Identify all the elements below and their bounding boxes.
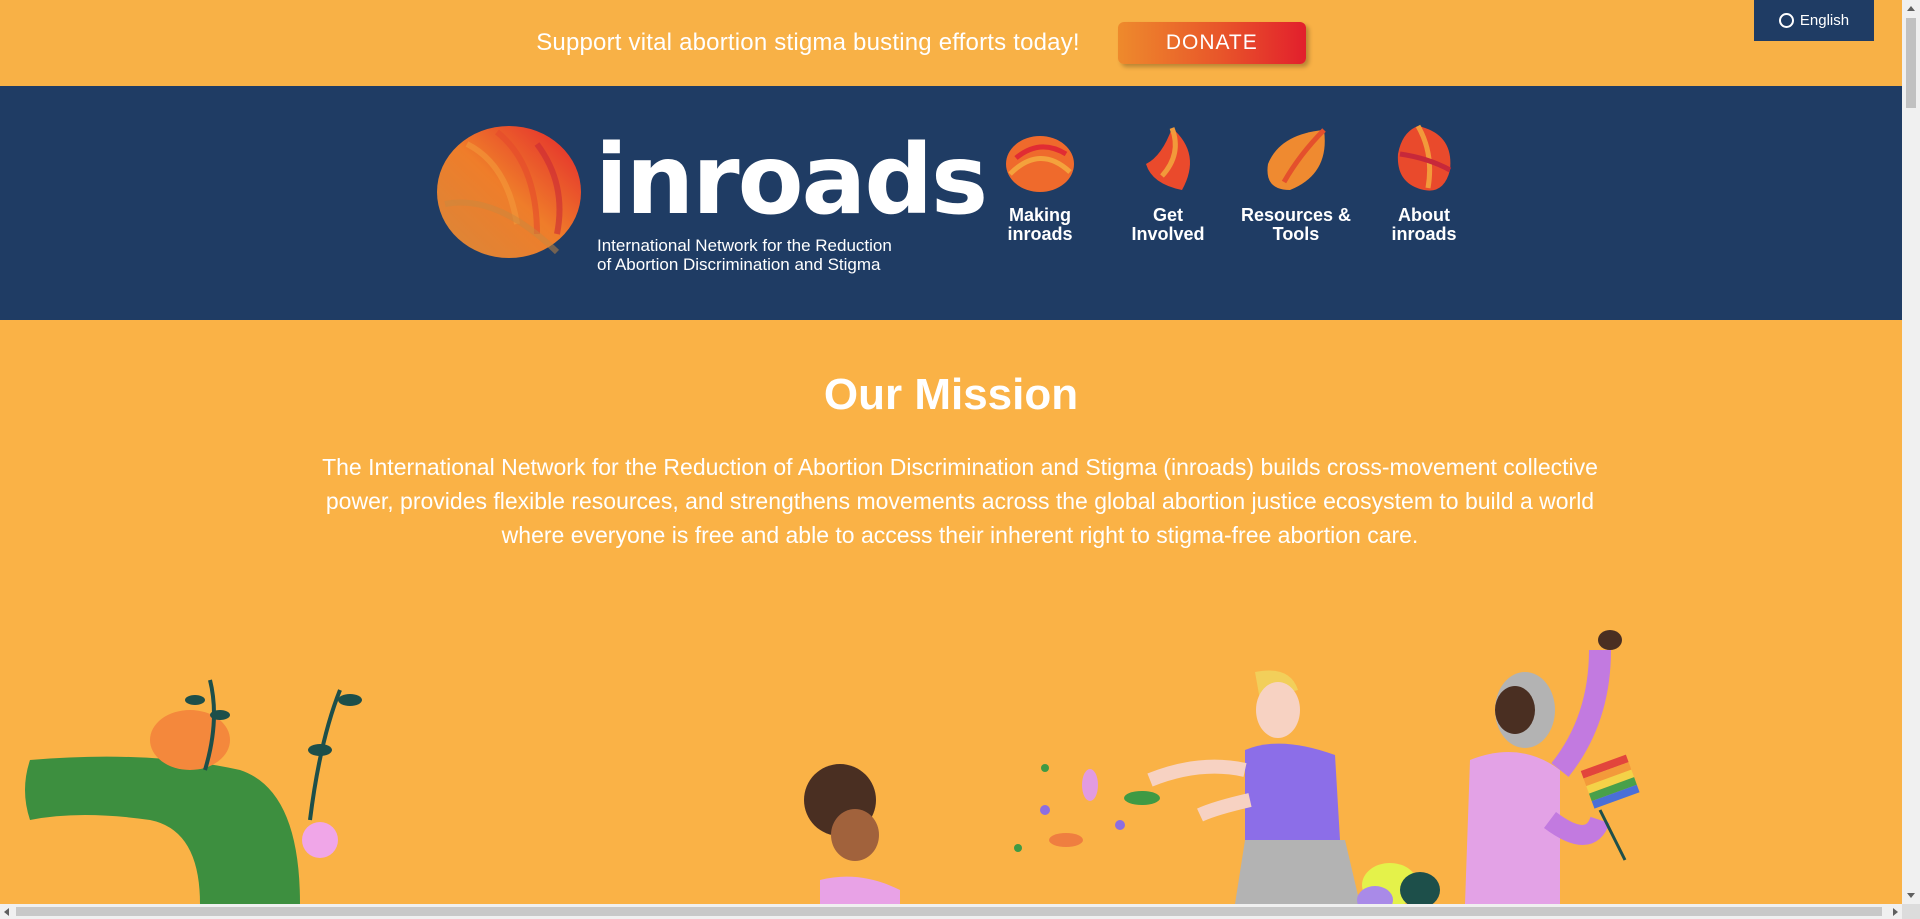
scroll-left-icon[interactable] [4, 908, 9, 916]
nav-item-resources-tools[interactable]: Resources & Tools [1232, 124, 1360, 244]
scroll-down-icon[interactable] [1907, 893, 1915, 898]
seed-icon [1397, 124, 1452, 191]
nav-label-line: inroads [1391, 224, 1457, 244]
banner-text: Support vital abortion stigma busting ef… [536, 29, 1080, 56]
community-illustration [25, 630, 1640, 904]
globe-icon [1778, 13, 1794, 28]
vertical-scrollbar[interactable] [1902, 0, 1920, 904]
nav-label-line: Resources & [1240, 205, 1352, 225]
scrollbar-thumb[interactable] [1906, 18, 1916, 108]
logo-mark-icon [437, 126, 581, 258]
nav-item-making-inroads[interactable]: Making inroads [976, 124, 1104, 244]
nav-label-line: inroads [1007, 224, 1073, 244]
logo-subtitle-line: of Abortion Discrimination and Stigma [597, 255, 881, 274]
scroll-right-icon[interactable] [1893, 908, 1898, 916]
horizontal-scrollbar[interactable] [0, 904, 1902, 919]
donation-banner: Support vital abortion stigma busting ef… [0, 0, 1902, 86]
site-header: inroads International Network for the Re… [0, 86, 1902, 320]
nav-label: About inroads [1364, 206, 1484, 244]
nav-label-line: About [1398, 205, 1450, 225]
scrollbar-thumb[interactable] [16, 907, 1882, 916]
mission-heading: Our Mission [823, 370, 1079, 419]
donate-button[interactable]: DONATE [1117, 22, 1306, 64]
scrollbar-corner [1902, 904, 1920, 919]
leaf-icon [1267, 128, 1326, 190]
nav-label: Get Involved [1108, 206, 1228, 244]
nav-label: Making inroads [980, 206, 1100, 244]
nav-item-about-inroads[interactable]: About inroads [1360, 124, 1488, 244]
nav-label-line: Tools [1272, 224, 1320, 244]
language-selector[interactable]: English [1754, 0, 1874, 41]
logo-subtitle-line: International Network for the Reduction [597, 236, 892, 255]
nav-label-line: Making [1008, 205, 1071, 225]
mission-text: The International Network for the Reduct… [322, 454, 1598, 548]
main-nav: Making inroads Get Involved Resources & … [976, 124, 1488, 244]
logo-subtitle: International Network for the Reduction … [597, 236, 892, 274]
logo-wordmark: inroads [595, 124, 988, 236]
shell-icon [1006, 136, 1074, 192]
scroll-up-icon[interactable] [1907, 6, 1915, 11]
language-label: English [1799, 12, 1850, 29]
petal-icon [1146, 127, 1190, 190]
nav-label-line: Involved [1131, 224, 1205, 244]
nav-label: Resources & Tools [1236, 206, 1356, 244]
inroads-logo[interactable]: inroads International Network for the Re… [437, 124, 988, 274]
nav-item-get-involved[interactable]: Get Involved [1104, 124, 1232, 244]
nav-label-line: Get [1152, 205, 1183, 225]
